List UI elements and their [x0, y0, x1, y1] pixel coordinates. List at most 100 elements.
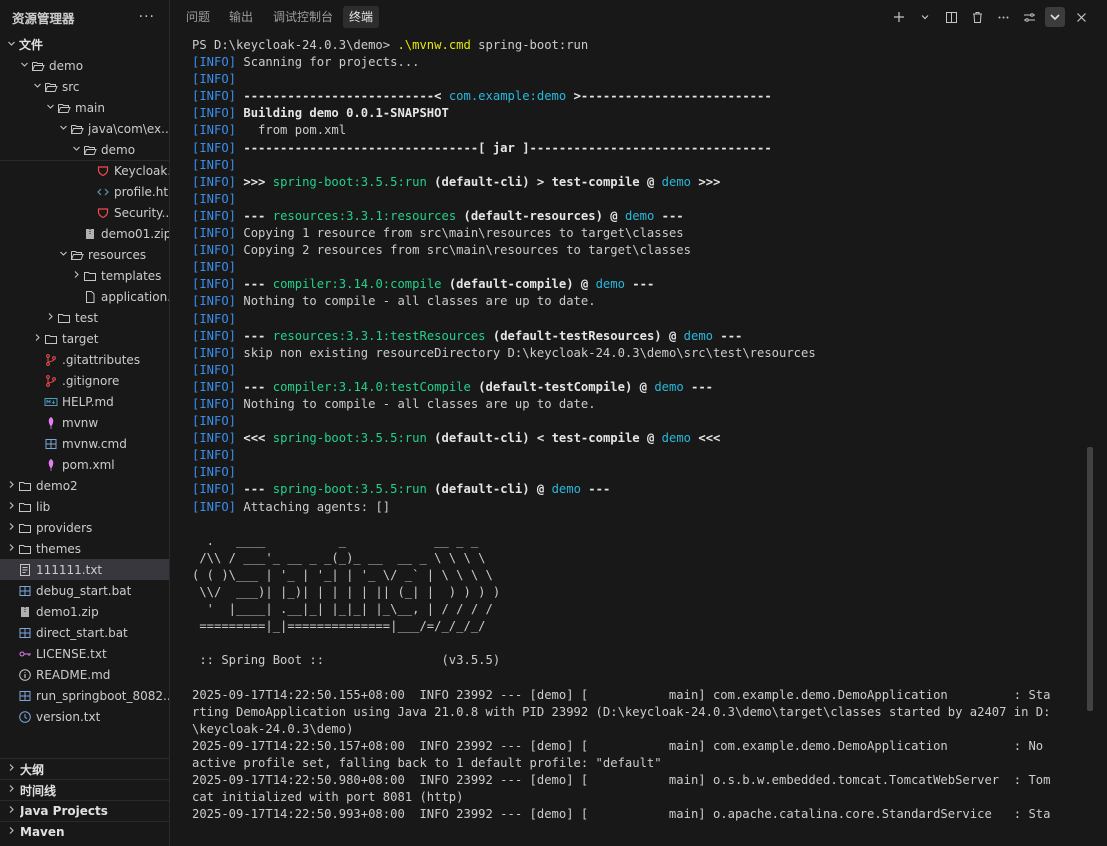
tree-item[interactable]: demo2 [0, 475, 169, 496]
tree-item[interactable]: resources [0, 244, 169, 265]
terminal-line: 2025-09-17T14:22:50.157+08:00 INFO 23992… [192, 738, 1088, 755]
chevron-right-icon[interactable] [32, 333, 42, 345]
chevron-right-icon[interactable] [6, 501, 16, 513]
tree-item[interactable]: 文件 [0, 34, 169, 55]
tree-item[interactable]: Security... [0, 202, 169, 223]
terminal-scrollbar[interactable] [1087, 447, 1093, 711]
tree-item[interactable]: .gitignore [0, 370, 169, 391]
terminal-line: [INFO] [192, 447, 1088, 464]
split-icon[interactable] [941, 7, 961, 27]
chevron-down-icon[interactable] [19, 60, 29, 72]
sidebar-section[interactable]: 大纲 [0, 758, 169, 779]
panel-tab[interactable]: 问题 [180, 6, 216, 28]
plus-icon[interactable] [889, 7, 909, 27]
tree-item[interactable]: LICENSE.txt [0, 643, 169, 664]
explorer-title: 资源管理器 [12, 10, 75, 26]
chevron-right-icon[interactable] [6, 763, 16, 775]
tree-item[interactable]: demo1.zip [0, 601, 169, 622]
more-actions-icon[interactable]: ··· [139, 9, 155, 25]
chevron-down-icon[interactable] [32, 81, 42, 93]
chevron-down-icon[interactable] [71, 144, 81, 156]
chevron-down-icon[interactable] [58, 123, 68, 135]
terminal-segment: --- [654, 208, 684, 223]
terminal-line: . ____ _ __ _ _ [192, 533, 1088, 550]
terminal-line: ( ( )\___ | '_ | '_| | '_ \/ _` | \ \ \ … [192, 567, 1088, 584]
tree-item[interactable]: templates [0, 265, 169, 286]
sidebar-section[interactable]: Java Projects [0, 800, 169, 821]
chevron-right-icon[interactable] [71, 270, 81, 282]
terminal-segment: demo [683, 328, 714, 343]
tree-item[interactable]: lib [0, 496, 169, 517]
sidebar-section[interactable]: Maven [0, 821, 169, 842]
tree-item[interactable]: src [0, 76, 169, 97]
terminal-segment: [INFO] [192, 379, 237, 394]
git-icon [44, 374, 58, 388]
terminal-segment: INFO [199, 55, 229, 70]
terminal-segment: \keycloak-24.0.3\demo) [192, 721, 354, 736]
tree-item[interactable]: README.md [0, 664, 169, 685]
terminal-segment: --- [243, 328, 273, 343]
tree-item[interactable]: Keycloak... [0, 160, 169, 181]
terminal-segment: ( ( )\___ | '_ | '_| | '_ \/ _` | \ \ \ … [192, 567, 493, 582]
tree-item-label: target [62, 331, 99, 346]
tree-item[interactable]: main [0, 97, 169, 118]
terminal-output[interactable]: PS D:\keycloak-24.0.3\demo> .\mvnw.cmd s… [192, 37, 1088, 837]
tree-item[interactable]: providers [0, 517, 169, 538]
panel-toolbar [889, 0, 1091, 34]
chevron-down-icon[interactable] [6, 39, 16, 51]
chevron-right-icon[interactable] [45, 312, 55, 324]
terminal-segment: @ [602, 208, 625, 223]
chevron-right-icon[interactable] [6, 784, 16, 796]
tree-item[interactable]: 111111.txt [0, 559, 169, 580]
tree-item-label: providers [36, 520, 93, 535]
panel-tab[interactable]: 调试控制台 [267, 6, 339, 28]
sidebar-section[interactable]: 时间线 [0, 779, 169, 800]
trash-icon[interactable] [967, 7, 987, 27]
terminal-line: \keycloak-24.0.3\demo) [192, 721, 1088, 738]
tree-item[interactable]: direct_start.bat [0, 622, 169, 643]
tree-item[interactable]: profile.ht... [0, 181, 169, 202]
tree-item[interactable]: .gitattributes [0, 349, 169, 370]
panel-tab[interactable]: 输出 [223, 6, 259, 28]
tree-item[interactable]: demo01.zip [0, 223, 169, 244]
panel-tab[interactable]: 终端 [343, 6, 380, 28]
chevron-down-icon[interactable] [915, 7, 935, 27]
terminal-segment: [INFO] [192, 106, 237, 121]
collapse-icon[interactable] [1045, 7, 1065, 27]
close-icon[interactable] [1071, 7, 1091, 27]
tree-item[interactable]: themes [0, 538, 169, 559]
tree-item[interactable]: java\com\ex... [0, 118, 169, 139]
tree-item[interactable]: debug_start.bat [0, 580, 169, 601]
windows-icon [18, 584, 32, 598]
terminal-segment: (default-cli) [426, 431, 530, 446]
tree-item[interactable]: test [0, 307, 169, 328]
chevron-right-icon[interactable] [6, 826, 16, 838]
terminal-segment: (default-testCompile) [470, 379, 633, 394]
tree-item[interactable]: mvnw.cmd [0, 433, 169, 454]
terminal-segment: @ [639, 174, 662, 189]
settings-icon[interactable] [1019, 7, 1039, 27]
tree-item[interactable]: demo [0, 139, 169, 161]
chevron-right-icon[interactable] [6, 480, 16, 492]
tree-item[interactable]: target [0, 328, 169, 349]
terminal-line: [INFO] [192, 157, 1088, 174]
chevron-down-icon[interactable] [45, 102, 55, 114]
tree-item[interactable]: version.txt [0, 706, 169, 727]
tree-item[interactable]: demo [0, 55, 169, 76]
tree-item[interactable]: pom.xml [0, 454, 169, 475]
terminal-segment: [INFO] [192, 345, 237, 360]
terminal-segment: > [529, 174, 552, 189]
tree-item[interactable]: HELP.md [0, 391, 169, 412]
terminal-line: [INFO] [192, 464, 1088, 481]
terminal-segment: [INFO] [192, 191, 237, 206]
more-icon[interactable] [993, 7, 1013, 27]
chevron-right-icon[interactable] [6, 522, 16, 534]
chevron-down-icon[interactable] [58, 249, 68, 261]
tree-item[interactable]: mvnw [0, 412, 169, 433]
chevron-right-icon[interactable] [6, 805, 16, 817]
chevron-right-icon[interactable] [6, 543, 16, 555]
tree-item[interactable]: run_springboot_8082... [0, 685, 169, 706]
tree-item[interactable]: application.... [0, 286, 169, 307]
terminal-segment: 2025-09-17T14:22:50.155+08:00 INFO 23992… [192, 687, 1051, 702]
terminal-segment: (default-cli) [426, 174, 530, 189]
